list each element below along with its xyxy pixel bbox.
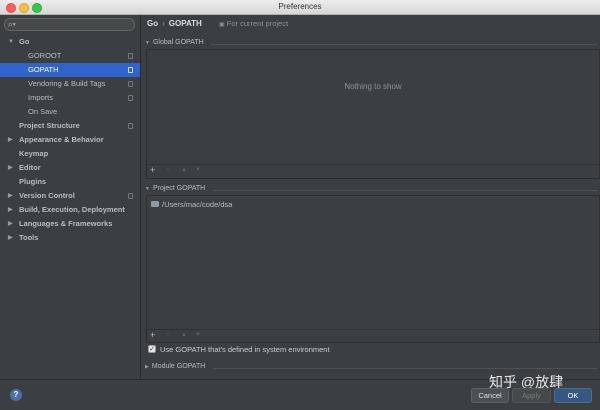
collapsed-arrow-icon[interactable]: ▶ bbox=[8, 217, 13, 231]
sidebar-item-label: GOPATH bbox=[28, 65, 59, 74]
sidebar-item-label: Plugins bbox=[19, 177, 47, 186]
sidebar-item-label: Appearance & Behavior bbox=[19, 135, 104, 144]
sidebar-item-label: Imports bbox=[28, 93, 54, 102]
sidebar-item-label: Go bbox=[19, 37, 30, 46]
sidebar-item-label: Editor bbox=[19, 163, 41, 172]
use-system-gopath-checkbox[interactable]: ✓ bbox=[148, 345, 156, 354]
breadcrumb-root: Go bbox=[147, 19, 159, 28]
empty-state-text: Nothing to show bbox=[344, 82, 402, 91]
sidebar-item-label: Languages & Frameworks bbox=[19, 219, 113, 228]
section-divider bbox=[213, 190, 597, 191]
sidebar-item-plugins[interactable]: Plugins bbox=[0, 175, 140, 189]
sidebar-item-goroot[interactable]: GOROOT bbox=[0, 49, 140, 63]
help-button[interactable]: ? bbox=[10, 389, 22, 401]
project-gopath-title[interactable]: ▼ Project GOPATH bbox=[145, 185, 205, 192]
project-scope-icon bbox=[128, 193, 133, 199]
collapsed-arrow-icon[interactable]: ▶ bbox=[8, 133, 13, 147]
list-item[interactable]: /Users/mac/code/dsa bbox=[151, 200, 232, 209]
search-input[interactable]: ⌕▾ bbox=[4, 18, 135, 31]
project-scope-icon bbox=[128, 123, 133, 129]
ok-button[interactable]: OK bbox=[554, 388, 592, 403]
remove-icon[interactable]: − bbox=[166, 332, 170, 338]
project-gopath-list[interactable]: /Users/mac/code/dsa + − ▲ ▼ bbox=[146, 195, 600, 343]
sidebar-item-label: On Save bbox=[28, 107, 58, 116]
project-gopath-toolbar: + − ▲ ▼ bbox=[147, 329, 599, 342]
window-title: Preferences bbox=[278, 2, 322, 11]
move-down-icon[interactable]: ▼ bbox=[195, 167, 201, 173]
sidebar-item-languages-frameworks[interactable]: ▶ Languages & Frameworks bbox=[0, 217, 140, 231]
settings-tree: ▼ Go GOROOT GOPATH Vendoring & Build Tags Imp… bbox=[0, 35, 140, 245]
module-gopath-label: Module GOPATH bbox=[151, 363, 206, 370]
project-scope-icon bbox=[128, 95, 133, 101]
project-scope-icon: ▣ bbox=[219, 22, 225, 28]
move-up-icon[interactable]: ▲ bbox=[181, 332, 187, 338]
add-icon[interactable]: + bbox=[150, 165, 155, 175]
move-up-icon[interactable]: ▲ bbox=[181, 167, 187, 173]
settings-content: Go › GOPATH ▣ For current project ▼ Global … bbox=[141, 15, 600, 379]
sidebar-item-appearance-behavior[interactable]: ▶ Appearance & Behavior bbox=[0, 133, 140, 147]
sidebar-item-imports[interactable]: Imports bbox=[0, 91, 140, 105]
sidebar-item-tools[interactable]: ▶ Tools bbox=[0, 231, 140, 245]
project-scope-icon bbox=[128, 53, 133, 59]
cancel-button[interactable]: Cancel bbox=[471, 388, 509, 403]
project-scope-icon bbox=[128, 67, 133, 73]
global-gopath-toolbar: + − ▲ ▼ bbox=[147, 164, 599, 177]
dialog-footer: ? 知乎 @放肆 Cancel Apply OK bbox=[0, 374, 600, 410]
section-divider bbox=[211, 44, 597, 45]
sidebar-item-gopath[interactable]: GOPATH bbox=[0, 63, 140, 77]
sidebar-item-label: Version Control bbox=[19, 191, 75, 200]
module-gopath-title[interactable]: ▶ Module GOPATH bbox=[145, 363, 205, 370]
sidebar-item-vendoring-build-tags[interactable]: Vendoring & Build Tags bbox=[0, 77, 140, 91]
use-system-gopath-option[interactable]: ✓ Use GOPATH that's defined in system env… bbox=[148, 345, 330, 354]
breadcrumb-separator: › bbox=[162, 19, 165, 28]
path-text: /Users/mac/code/dsa bbox=[162, 200, 233, 209]
sidebar-item-go[interactable]: ▼ Go bbox=[0, 35, 140, 49]
sidebar-item-project-structure[interactable]: Project Structure bbox=[0, 119, 140, 133]
project-scope-label: ▣ For current project bbox=[219, 19, 288, 28]
sidebar-item-label: Build, Execution, Deployment bbox=[19, 205, 125, 214]
title-bar: Preferences bbox=[0, 0, 600, 15]
expand-icon: ▶ bbox=[145, 364, 149, 370]
sidebar-item-label: GOROOT bbox=[28, 51, 62, 60]
collapsed-arrow-icon[interactable]: ▶ bbox=[8, 189, 13, 203]
sidebar-item-editor[interactable]: ▶ Editor bbox=[0, 161, 140, 175]
global-gopath-title[interactable]: ▼ Global GOPATH bbox=[145, 39, 204, 46]
sidebar-item-keymap[interactable]: Keymap bbox=[0, 147, 140, 161]
project-gopath-label: Project GOPATH bbox=[152, 185, 206, 192]
sidebar-item-label: Project Structure bbox=[19, 121, 80, 130]
sidebar-item-on-save[interactable]: On Save bbox=[0, 105, 140, 119]
breadcrumb-current: GOPATH bbox=[168, 19, 202, 28]
collapsed-arrow-icon[interactable]: ▶ bbox=[8, 203, 13, 217]
remove-icon[interactable]: − bbox=[166, 167, 170, 173]
move-down-icon[interactable]: ▼ bbox=[195, 332, 201, 338]
sidebar-item-version-control[interactable]: ▶ Version Control bbox=[0, 189, 140, 203]
scope-text: For current project bbox=[226, 19, 289, 28]
apply-button[interactable]: Apply bbox=[512, 388, 551, 403]
collapse-icon: ▼ bbox=[145, 186, 150, 192]
collapsed-arrow-icon[interactable]: ▶ bbox=[8, 231, 13, 245]
collapse-icon: ▼ bbox=[145, 40, 150, 46]
add-icon[interactable]: + bbox=[150, 330, 155, 340]
sidebar-item-label: Vendoring & Build Tags bbox=[28, 79, 106, 88]
breadcrumb: Go › GOPATH bbox=[147, 19, 202, 28]
expanded-arrow-icon[interactable]: ▼ bbox=[8, 35, 14, 49]
section-divider bbox=[213, 368, 597, 369]
settings-sidebar: ⌕▾ ▼ Go GOROOT GOPATH Vendoring & Build Tags… bbox=[0, 15, 141, 379]
sidebar-item-build-execution-deployment[interactable]: ▶ Build, Execution, Deployment bbox=[0, 203, 140, 217]
sidebar-item-label: Tools bbox=[19, 233, 39, 242]
use-system-gopath-label: Use GOPATH that's defined in system envi… bbox=[160, 345, 330, 354]
search-icon: ⌕▾ bbox=[8, 20, 16, 29]
sidebar-item-label: Keymap bbox=[19, 149, 49, 158]
global-gopath-label: Global GOPATH bbox=[152, 39, 204, 46]
folder-icon bbox=[151, 201, 159, 208]
global-gopath-list[interactable]: Nothing to show + − ▲ ▼ bbox=[146, 49, 600, 179]
collapsed-arrow-icon[interactable]: ▶ bbox=[8, 161, 13, 175]
project-scope-icon bbox=[128, 81, 133, 87]
